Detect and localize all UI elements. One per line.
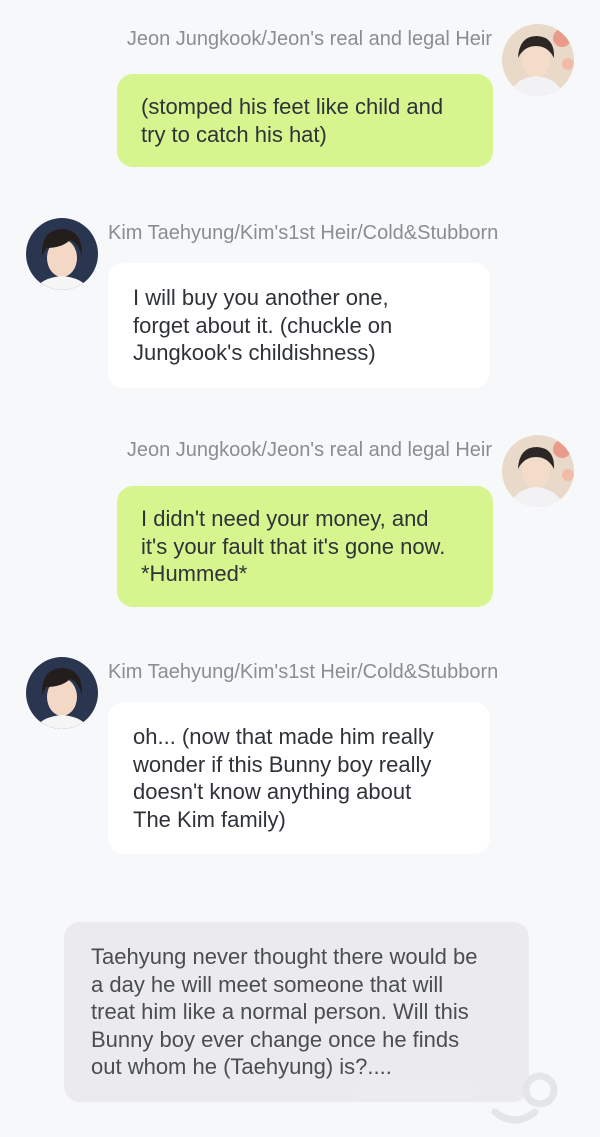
message-line: (stomped his feet like child and xyxy=(141,94,444,119)
message-line: Jungkook's childishness) xyxy=(133,340,376,365)
avatar-jungkook-icon[interactable] xyxy=(502,24,574,96)
speaker-name-jungkook: Jeon Jungkook/Jeon's real and legal Heir xyxy=(126,28,492,50)
webtoon-watermark-icon xyxy=(345,1070,575,1130)
message-bubble: (stomped his feet like child and try to … xyxy=(117,74,493,167)
message-line: I didn't need your money, and xyxy=(141,506,429,531)
narration-line: treat him like a normal person. Will thi… xyxy=(91,999,469,1024)
narration-line: a day he will meet someone that will xyxy=(91,971,444,997)
message-line: forget about it. (chuckle on xyxy=(133,312,393,338)
message-bubble: I will buy you another one, forget about… xyxy=(108,263,490,388)
avatar-taehyung-icon[interactable] xyxy=(26,218,98,290)
message-line: doesn't know anything about xyxy=(133,779,412,804)
message-line: *Hummed* xyxy=(141,561,248,586)
message-line: The Kim family) xyxy=(133,806,286,832)
message-line: wonder if this Bunny boy really xyxy=(133,751,432,777)
speaker-name-taehyung: Kim Taehyung/Kim's1st Heir/Cold&Stubborn xyxy=(108,222,499,244)
message-line: oh... (now that made him really xyxy=(133,724,434,749)
message-line: it's your fault that it's gone now. xyxy=(141,533,446,559)
speaker-name-jungkook: Jeon Jungkook/Jeon's real and legal Heir xyxy=(126,439,492,461)
narration-line: Bunny boy ever change once he finds xyxy=(91,1026,460,1052)
narration-line: Taehyung never thought there would be xyxy=(91,944,478,969)
avatar-jungkook-icon[interactable] xyxy=(502,435,574,507)
message-line: try to catch his hat) xyxy=(141,121,327,147)
message-line: I will buy you another one, xyxy=(133,285,389,310)
avatar-taehyung-icon[interactable] xyxy=(26,657,98,729)
speaker-name-taehyung: Kim Taehyung/Kim's1st Heir/Cold&Stubborn xyxy=(108,661,499,683)
message-bubble: oh... (now that made him really wonder i… xyxy=(108,702,490,854)
message-bubble: I didn't need your money, and it's your … xyxy=(117,486,493,607)
